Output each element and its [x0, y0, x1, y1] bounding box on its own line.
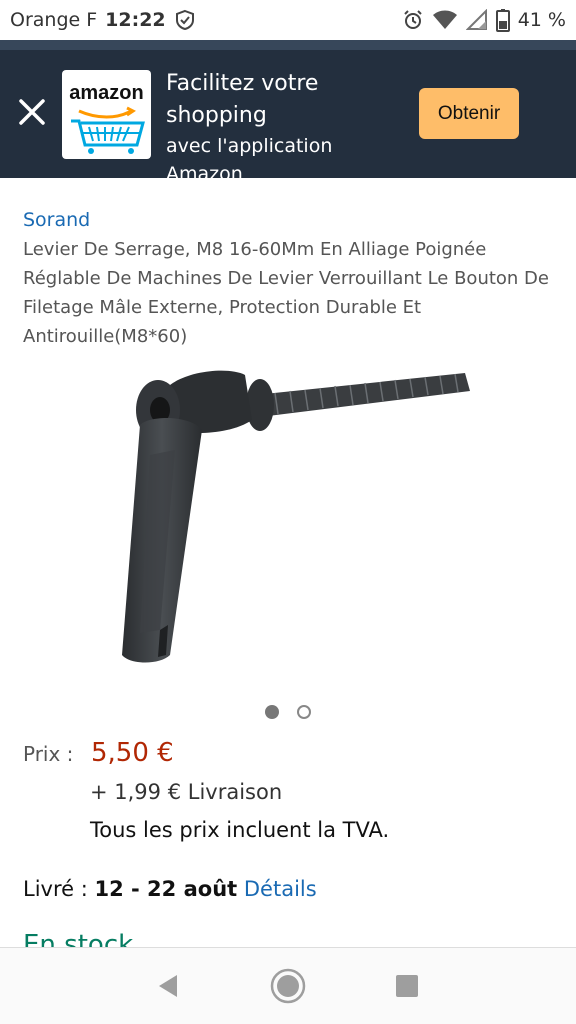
price-row: Prix : 5,50 € [23, 738, 174, 768]
back-button[interactable] [149, 966, 189, 1006]
banner-headline-2: shopping [166, 103, 267, 128]
carousel-dot-2[interactable] [297, 705, 311, 719]
price-value: 5,50 € [91, 738, 174, 768]
delivery-label: Livré : [23, 877, 88, 901]
shield-check-icon [175, 9, 194, 31]
app-install-banner: amazon Facilitez votre shopping avec l'a… [0, 50, 576, 185]
carrier-label: Orange F [10, 9, 98, 31]
banner-text: Facilitez votre shopping avec l'applicat… [166, 68, 406, 188]
product-image[interactable] [80, 355, 500, 685]
clock: 12:22 [105, 9, 166, 31]
signal-icon [465, 9, 487, 30]
home-button[interactable] [268, 966, 308, 1006]
status-bar: Orange F 12:22 41 % [0, 0, 576, 40]
recents-button[interactable] [387, 966, 427, 1006]
recents-icon [395, 975, 418, 997]
product-title: Levier De Serrage, M8 16-60Mm En Alliage… [23, 239, 549, 347]
banner-subtext: avec l'application Amazon [166, 135, 333, 185]
close-icon[interactable] [16, 96, 48, 128]
system-navigation-bar [0, 947, 576, 1024]
delivery-info: Livré : 12 - 22 août Détails [23, 877, 317, 901]
home-icon [270, 968, 306, 1004]
delivery-details-link[interactable]: Détails [244, 877, 317, 901]
cart-icon [70, 106, 145, 154]
header-strip [0, 40, 576, 50]
banner-headline-1: Facilitez votre [166, 71, 319, 96]
alarm-icon [404, 10, 422, 29]
shipping-cost: + 1,99 € Livraison [90, 780, 283, 804]
carousel-dot-1[interactable] [265, 705, 279, 719]
back-icon [159, 975, 178, 997]
image-carousel-dots [0, 705, 576, 719]
wifi-icon [432, 10, 457, 29]
price-label: Prix : [23, 742, 74, 766]
delivery-dates: 12 - 22 août [94, 877, 238, 901]
logo-wordmark: amazon [69, 82, 144, 104]
get-app-button[interactable]: Obtenir [419, 88, 519, 139]
battery-icon [495, 9, 510, 32]
tax-note: Tous les prix incluent la TVA. [90, 818, 390, 842]
battery-percent: 41 % [517, 9, 566, 31]
product-header: Sorand Levier De Serrage, M8 16-60Mm En … [23, 205, 553, 351]
amazon-app-logo: amazon [62, 70, 151, 159]
brand-link[interactable]: Sorand [23, 205, 553, 235]
